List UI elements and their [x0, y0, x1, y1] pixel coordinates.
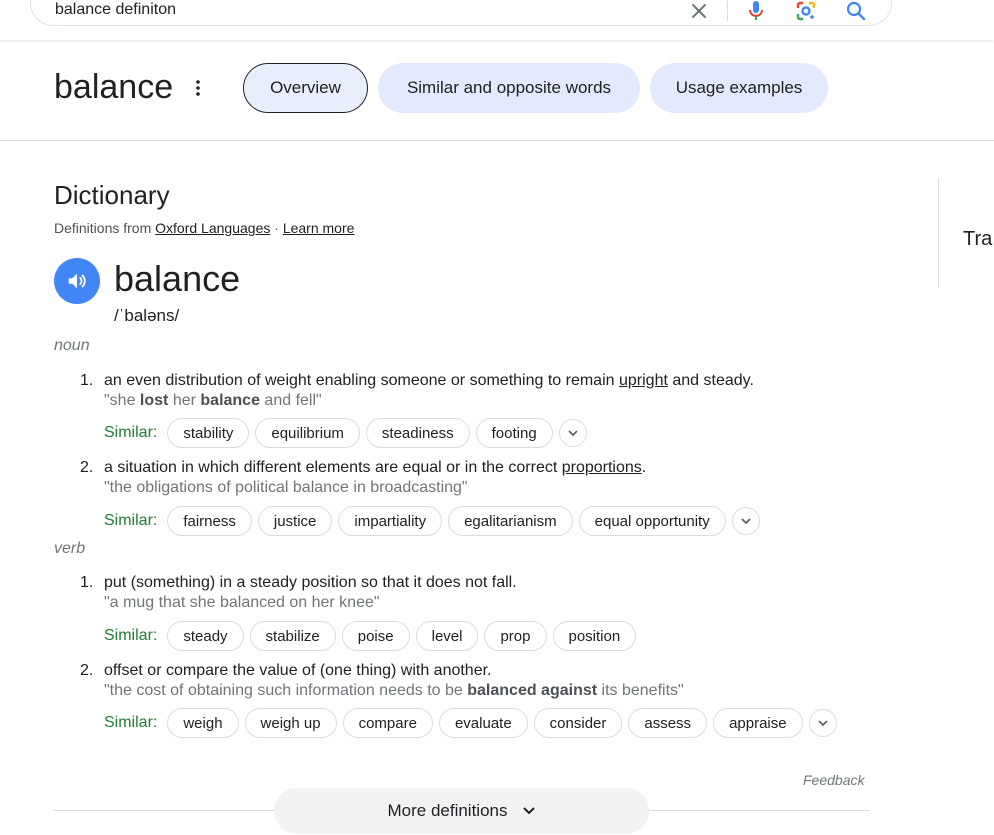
upright-link[interactable]: upright	[619, 372, 668, 389]
phonetic-text: /ˈbaləns/	[114, 306, 180, 325]
expand-similar-button[interactable]	[808, 709, 837, 737]
source-line: Definitions from Oxford Languages · Lear…	[54, 220, 354, 236]
sense-example: "she lost her balance and fell"	[104, 392, 322, 409]
part-of-speech-noun: noun	[54, 337, 90, 354]
similar-chip[interactable]: stabilize	[249, 621, 336, 651]
similar-chip[interactable]: position	[552, 621, 637, 651]
tab-similar-opposite-words[interactable]: Similar and opposite words	[378, 63, 640, 113]
search-icon[interactable]	[844, 0, 868, 23]
similar-chip[interactable]: appraise	[713, 708, 803, 738]
more-options-icon[interactable]	[190, 77, 206, 99]
dictionary-heading: Dictionary	[54, 180, 170, 210]
title-row: balance Overview Similar and opposite wo…	[0, 40, 994, 141]
similar-chip[interactable]: consider	[533, 708, 623, 738]
more-definitions-label: More definitions	[387, 801, 508, 820]
google-lens-icon[interactable]	[794, 0, 818, 23]
feedback-link[interactable]: Feedback	[803, 772, 864, 788]
similar-chip[interactable]: impartiality	[338, 506, 443, 536]
chevron-down-icon	[568, 430, 578, 437]
similar-chip[interactable]: egalitarianism	[448, 506, 573, 536]
similar-label: Similar:	[104, 512, 158, 529]
similar-chip[interactable]: stability	[167, 418, 250, 448]
tab-usage-examples[interactable]: Usage examples	[650, 63, 828, 113]
search-input[interactable]	[55, 1, 615, 19]
similar-chip[interactable]: evaluate	[438, 708, 528, 738]
source-prefix: Definitions from	[54, 220, 152, 236]
right-panel-text: Tra	[963, 228, 993, 250]
top-search-bar	[0, 0, 994, 40]
sense-number: 2.	[80, 662, 94, 679]
learn-more-link[interactable]: Learn more	[283, 220, 355, 236]
similar-chip[interactable]: level	[415, 621, 479, 651]
source-separator: ·	[274, 220, 279, 236]
tab-usage-label: Usage examples	[675, 78, 803, 97]
sense-number: 2.	[80, 459, 94, 476]
similar-chip[interactable]: steadiness	[365, 418, 470, 448]
sense-example: "a mug that she balanced on her knee"	[104, 594, 380, 611]
clear-icon[interactable]	[687, 0, 711, 23]
similar-chip[interactable]: equal opportunity	[578, 506, 726, 536]
similar-chip[interactable]: equilibrium	[255, 418, 360, 448]
similar-row: Similar: stability equilibrium steadines…	[104, 418, 587, 448]
similar-label: Similar:	[104, 627, 158, 644]
sense-definition: an even distribution of weight enabling …	[104, 372, 754, 389]
sense-definition: a situation in which different elements …	[104, 459, 647, 476]
expand-similar-button[interactable]	[731, 507, 760, 535]
microphone-icon[interactable]	[744, 0, 768, 23]
similar-label: Similar:	[104, 714, 158, 731]
similar-chip[interactable]: footing	[475, 418, 553, 448]
similar-row: Similar: steady stabilize poise level pr…	[104, 621, 637, 651]
similar-chip[interactable]: poise	[341, 621, 410, 651]
tab-similar-label: Similar and opposite words	[406, 78, 612, 97]
similar-chip[interactable]: fairness	[167, 506, 252, 536]
page-title: balance	[54, 68, 174, 106]
similar-chip[interactable]: justice	[257, 506, 333, 536]
chevron-down-icon	[817, 720, 828, 727]
sense-definition: offset or compare the value of (one thin…	[104, 662, 492, 679]
speaker-icon	[68, 273, 86, 289]
similar-chip[interactable]: compare	[342, 708, 433, 738]
tab-overview[interactable]: Overview	[243, 63, 368, 113]
expand-similar-button[interactable]	[558, 419, 587, 447]
sense-example: "the obligations of political balance in…	[104, 479, 468, 496]
similar-row: Similar: fairness justice impartiality e…	[104, 506, 760, 536]
chevron-down-icon	[741, 518, 751, 525]
search-divider	[727, 1, 728, 21]
similar-chip[interactable]: prop	[484, 621, 547, 651]
similar-chip[interactable]: steady	[167, 621, 244, 651]
proportions-link[interactable]: proportions	[562, 459, 642, 476]
sense-number: 1.	[80, 574, 94, 591]
pronunciation-speaker-button[interactable]	[54, 258, 100, 304]
chevron-down-icon	[522, 807, 535, 815]
sense-example: "the cost of obtaining such information …	[104, 682, 684, 699]
similar-row: Similar: weigh weigh up compare evaluate…	[104, 708, 837, 738]
part-of-speech-verb: verb	[54, 540, 86, 557]
sense-number: 1.	[80, 372, 94, 389]
similar-chip[interactable]: assess	[628, 708, 708, 738]
right-panel-divider	[938, 178, 939, 288]
more-definitions-button[interactable]: More definitions	[274, 788, 649, 834]
sense-definition: put (something) in a steady position so …	[104, 574, 517, 591]
search-box	[30, 0, 892, 26]
oxford-languages-link[interactable]: Oxford Languages	[155, 220, 270, 236]
similar-chip[interactable]: weigh	[167, 708, 239, 738]
similar-chip[interactable]: weigh up	[244, 708, 337, 738]
headword: balance	[114, 258, 241, 299]
tab-overview-label: Overview	[270, 78, 341, 97]
similar-label: Similar:	[104, 424, 158, 441]
